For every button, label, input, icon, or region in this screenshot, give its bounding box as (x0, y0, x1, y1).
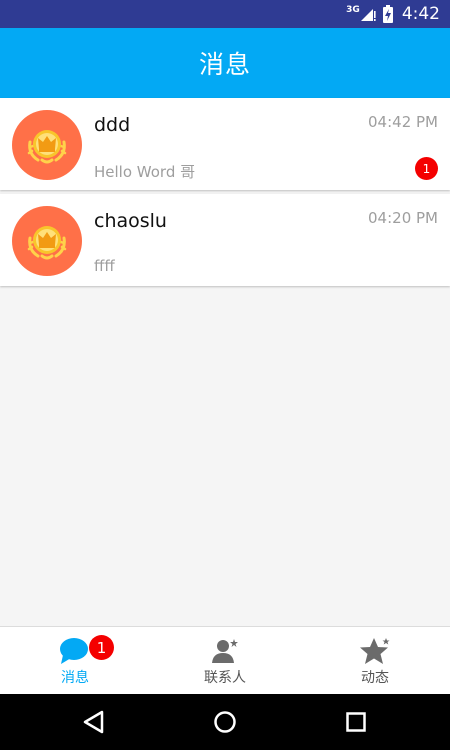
tab-messages[interactable]: 1 消息 (0, 627, 150, 695)
conversation-item[interactable]: ddd 04:42 PM Hello Word 哥 1 (0, 98, 450, 190)
conversation-preview: Hello Word 哥 (94, 163, 196, 181)
conversation-name: chaoslu (94, 210, 167, 232)
screen: 3G 4:42 消息 ddd 04:42 PM Hello Word 哥 1 c… (0, 0, 450, 750)
star-icon (359, 637, 391, 665)
conversation-preview: ffff (94, 257, 115, 275)
tab-badge: 1 (89, 635, 114, 660)
status-clock: 4:42 (401, 4, 440, 24)
recents-icon[interactable] (342, 708, 370, 736)
battery-icon (382, 5, 394, 23)
network-type: 3G (346, 5, 360, 15)
crown-icon (27, 130, 67, 164)
avatar[interactable] (12, 110, 82, 180)
page-title: 消息 (198, 50, 251, 79)
conversation-time: 04:42 PM (368, 113, 438, 131)
bottom-tab-bar: 1 消息 联系人 动态 (0, 626, 450, 695)
tab-moments[interactable]: 动态 (300, 627, 450, 695)
avatar[interactable] (12, 206, 82, 276)
system-nav-bar (0, 694, 450, 750)
tab-contacts[interactable]: 联系人 (150, 627, 300, 695)
status-indicators: 3G 4:42 (346, 0, 440, 28)
home-icon[interactable] (211, 708, 239, 736)
signal-icon (360, 6, 376, 22)
conversation-item[interactable]: chaoslu 04:20 PM ffff (0, 194, 450, 286)
crown-icon (27, 226, 67, 260)
tab-label: 联系人 (204, 670, 246, 686)
conversation-list: ddd 04:42 PM Hello Word 哥 1 chaoslu 04:2… (0, 98, 450, 290)
tab-label: 动态 (361, 670, 389, 686)
conversation-name: ddd (94, 114, 131, 136)
status-bar: 3G 4:42 (0, 0, 450, 28)
back-icon[interactable] (80, 708, 108, 736)
contacts-icon (209, 637, 241, 665)
conversation-time: 04:20 PM (368, 209, 438, 227)
unread-badge: 1 (415, 157, 438, 180)
chat-bubble-icon (59, 637, 91, 665)
tab-label: 消息 (61, 670, 89, 686)
app-bar: 消息 (0, 28, 450, 98)
